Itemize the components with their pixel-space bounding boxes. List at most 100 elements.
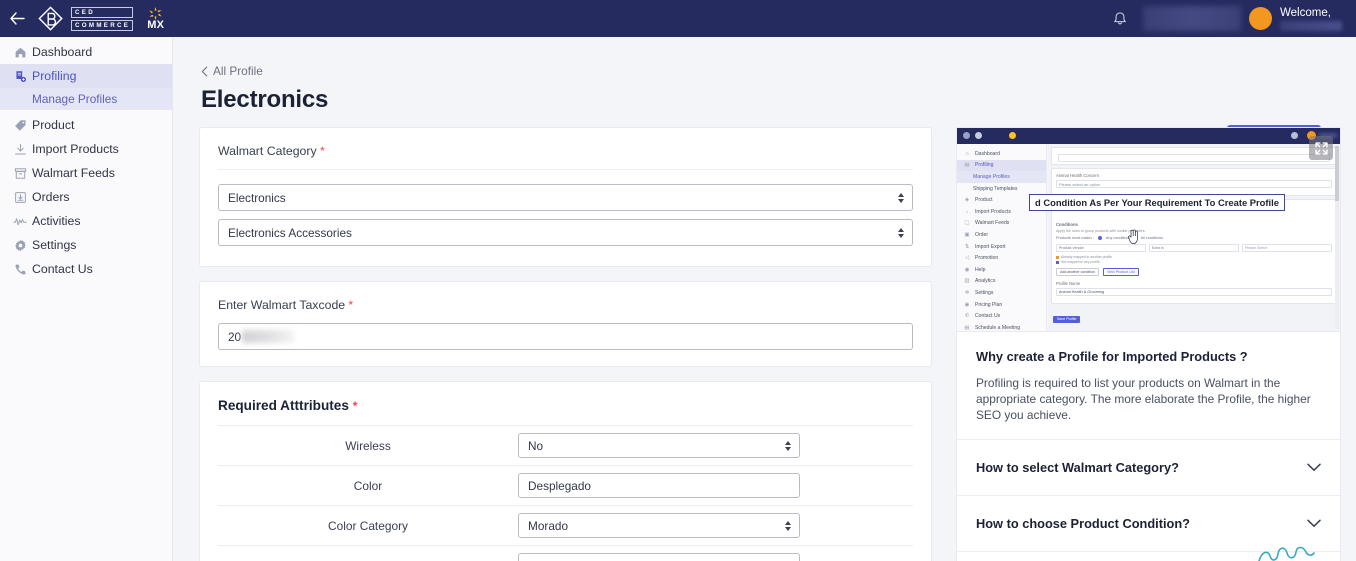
tag-icon — [8, 119, 32, 132]
sidebar-item-walmart-feeds[interactable]: Walmart Feeds — [0, 161, 172, 185]
sidebar-item-settings[interactable]: Settings — [0, 233, 172, 257]
header-right-group: Welcome, — [1105, 0, 1356, 37]
main-content: All Profile Electronics Save Profile Wal… — [173, 37, 1356, 561]
attribute-control: No — [518, 433, 800, 458]
chevron-down-icon — [1307, 459, 1321, 477]
logo-text-commerce: COMMERCE — [71, 19, 134, 31]
taxcode-label-text: Enter Walmart Taxcode — [218, 298, 346, 312]
mini-logo-dot — [975, 132, 982, 139]
faq-panel: Why create a Profile for Imported Produc… — [956, 332, 1341, 561]
inbox-down-icon — [8, 191, 32, 204]
back-arrow-icon[interactable] — [0, 0, 34, 37]
profile-form-column: Walmart Category * Electronics Electroni… — [199, 127, 932, 561]
table-row: Color Desplegado — [218, 465, 913, 505]
profile-add-icon: ▤ — [964, 162, 970, 169]
mini-nav-item: Shipping Templates — [957, 183, 1046, 195]
walmart-subcategory-select-wrap: Electronics Accessories — [218, 219, 913, 246]
sidebar-item-manage-profiles[interactable]: Manage Profiles — [0, 88, 172, 110]
logo-text-ced: CED — [71, 6, 134, 18]
mini-nav-label: Contact Us — [975, 313, 1001, 320]
mini-animal-health-value: Please select an option — [1059, 181, 1101, 187]
sidebar-item-contact-us[interactable]: Contact Us — [0, 257, 172, 281]
sidebar-item-profiling[interactable]: Profiling — [0, 64, 172, 88]
taxcode-value: 20 — [228, 329, 242, 344]
gear-icon — [8, 239, 32, 252]
help-icon: ◉ — [964, 266, 970, 273]
legend-dot-mapped — [1056, 255, 1059, 259]
mini-nav-label: Shipping Templates — [973, 185, 1018, 192]
avatar[interactable] — [1249, 7, 1272, 30]
mini-view-products-button: View Product List — [1102, 268, 1139, 276]
wireless-select[interactable]: No — [518, 433, 800, 458]
mini-animal-health-label: Animal Health Concern — [1056, 173, 1100, 178]
calendar-icon: ▤ — [964, 324, 970, 331]
mini-profile-name-value: Animal Health & Grooming — [1059, 289, 1104, 294]
mini-legend-mapped: Already mapped in another profile. — [1061, 255, 1113, 259]
mini-nav-label: Pricing Plan — [975, 301, 1003, 308]
help-column: ⌂ Dashboard ▤ Profiling Manage Profiles Sh… — [956, 127, 1341, 561]
hand-cursor-icon — [1127, 228, 1141, 250]
mini-card-top — [1051, 147, 1337, 165]
mini-nav-item: ▤ Profiling — [957, 159, 1046, 172]
page-title: Electronics — [201, 86, 329, 113]
mini-add-condition-button: Add another condition — [1056, 268, 1099, 276]
mini-nav-label: Profiling — [975, 162, 994, 169]
sidebar-item-activities[interactable]: Activities — [0, 209, 172, 233]
mini-nav-item: ◉ Help — [957, 264, 1046, 276]
required-asterisk: * — [320, 144, 325, 158]
faq-question: How to choose Product Condition? — [976, 516, 1190, 531]
dollar-icon: ◉ — [964, 301, 970, 308]
walmart-category-select-wrap: Electronics — [218, 184, 913, 211]
color-category-select[interactable]: Morado — [518, 513, 800, 538]
mini-rule-value: Please Select — [1245, 245, 1267, 250]
fullscreen-expand-icon[interactable] — [1309, 136, 1333, 160]
mini-nav-label: Import Products — [975, 208, 1011, 215]
attributes-table: Wireless No Color Desplegado Color Categ… — [218, 425, 913, 561]
mini-nav-label: Product — [975, 197, 993, 204]
archive-icon: ▢ — [964, 220, 970, 227]
mini-nav-item: ◉ Pricing Plan — [957, 299, 1046, 311]
faq-question: Why create a Profile for Imported Produc… — [976, 349, 1248, 364]
walmart-subcategory-select[interactable]: Electronics Accessories — [218, 219, 913, 246]
sidebar-item-import-products[interactable]: Import Products — [0, 137, 172, 161]
sidebar-item-product[interactable]: Product — [0, 113, 172, 137]
tag-icon: ◈ — [964, 197, 970, 204]
mini-nav-item: ◁ Promotion — [957, 252, 1046, 264]
model-style-type-input[interactable]: Na — [518, 553, 800, 561]
table-row: Color Category Morado — [218, 505, 913, 545]
faq-question: How to select Walmart Category? — [976, 460, 1179, 475]
attribute-control: Desplegado — [518, 473, 800, 498]
mini-back-dot — [963, 132, 970, 139]
transfer-icon: ⇅ — [964, 243, 970, 250]
walmart-taxcode-card: Enter Walmart Taxcode * 20 — [199, 281, 932, 367]
mini-nav-item: Manage Profiles — [957, 171, 1046, 183]
redacted-taxcode-region — [242, 330, 294, 343]
table-row: Model Style Type Na — [218, 545, 913, 561]
taxcode-input-wrap: 20 — [218, 323, 913, 350]
mini-nav-item: ⇅ Import Export — [957, 241, 1046, 253]
faq-answer: Profiling is required to list your produ… — [976, 376, 1311, 422]
sidebar-item-orders[interactable]: Orders — [0, 185, 172, 209]
taxcode-input[interactable] — [218, 323, 913, 350]
profile-add-icon — [8, 70, 32, 83]
tutorial-video-preview[interactable]: ⌂ Dashboard ▤ Profiling Manage Profiles Sh… — [956, 127, 1341, 332]
faq-item-select-category[interactable]: How to select Walmart Category? — [957, 439, 1340, 495]
mini-nav-item: ▤ Schedule a Meeting — [957, 322, 1046, 331]
top-header-bar: CED COMMERCE MX Welcome, — [0, 0, 1356, 37]
sidebar-item-dashboard[interactable]: Dashboard — [0, 40, 172, 64]
table-row: Wireless No — [218, 425, 913, 465]
phone-icon — [8, 263, 32, 276]
welcome-label: Welcome, — [1280, 6, 1331, 19]
faq-first-block: Why create a Profile for Imported Produc… — [957, 332, 1340, 439]
sidebar-item-label: Activities — [32, 214, 81, 228]
attribute-label: Color — [353, 478, 383, 493]
mini-nav-label: Dashboard — [975, 150, 1000, 157]
walmart-category-select[interactable]: Electronics — [218, 184, 913, 211]
phone-icon: ✆ — [964, 313, 970, 320]
mini-bell-dot — [1291, 132, 1298, 139]
breadcrumb[interactable]: All Profile — [201, 64, 263, 78]
mini-nav-label: Import Export — [975, 243, 1006, 250]
ced-commerce-logo[interactable]: CED COMMERCE — [38, 5, 134, 32]
color-input[interactable]: Desplegado — [518, 473, 800, 498]
notification-bell-icon[interactable] — [1105, 11, 1135, 27]
